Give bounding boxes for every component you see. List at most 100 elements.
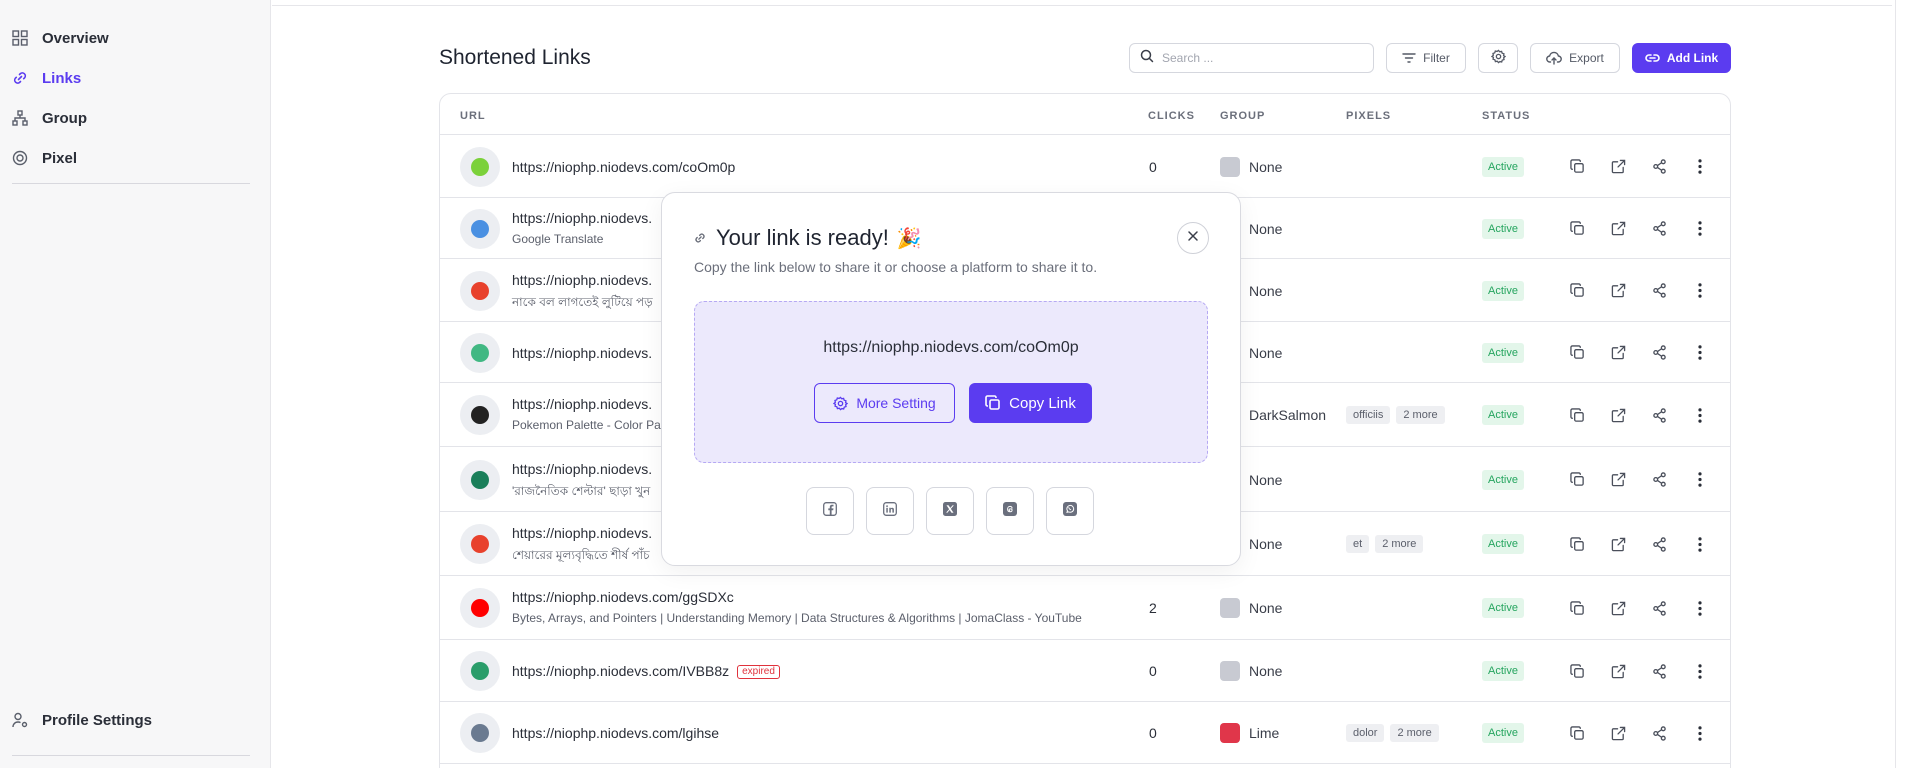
share-icon[interactable] — [1650, 724, 1668, 742]
short-url[interactable]: https://niophp.niodevs.com/IVBB8z expired — [512, 663, 780, 680]
column-header-clicks[interactable]: CLICKS — [1148, 110, 1195, 122]
share-platforms — [806, 487, 1106, 535]
group-name: None — [1249, 471, 1283, 488]
copy-icon[interactable] — [1568, 662, 1586, 680]
copy-icon[interactable] — [1568, 158, 1586, 176]
more-vertical-icon[interactable] — [1691, 724, 1709, 742]
pixel-chip: 2 more — [1390, 724, 1439, 742]
copy-icon[interactable] — [1568, 724, 1586, 742]
external-link-icon[interactable] — [1609, 406, 1627, 424]
link-title: Pokemon Palette - Color Pa — [512, 418, 661, 432]
row-actions — [1568, 406, 1709, 424]
external-link-icon[interactable] — [1609, 220, 1627, 238]
short-url[interactable]: https://niophp.niodevs. — [512, 345, 652, 361]
sidebar-item-group[interactable]: Group — [12, 98, 252, 138]
sidebar-bottom-divider — [12, 755, 250, 756]
group-name: None — [1249, 600, 1283, 616]
external-link-icon[interactable] — [1609, 662, 1627, 680]
short-url[interactable]: https://niophp.niodevs. — [512, 396, 652, 412]
external-link-icon[interactable] — [1609, 471, 1627, 489]
status-badge: Active — [1482, 534, 1524, 554]
short-url[interactable]: https://niophp.niodevs.com/coOm0p — [512, 159, 735, 175]
copy-icon[interactable] — [1568, 599, 1586, 617]
column-header-pixels[interactable]: PIXELS — [1346, 110, 1391, 122]
link-icon — [12, 70, 28, 86]
copy-icon — [985, 395, 1001, 411]
search-box[interactable] — [1129, 43, 1374, 73]
sidebar-item-links[interactable]: Links — [12, 58, 252, 98]
search-input[interactable] — [1162, 51, 1362, 65]
external-link-icon[interactable] — [1609, 724, 1627, 742]
short-url[interactable]: https://niophp.niodevs. — [512, 525, 652, 541]
share-linkedin-button[interactable] — [866, 487, 914, 535]
external-link-icon[interactable] — [1609, 158, 1627, 176]
copy-icon[interactable] — [1568, 282, 1586, 300]
share-icon[interactable] — [1650, 535, 1668, 553]
copy-icon[interactable] — [1568, 471, 1586, 489]
site-favicon — [460, 332, 500, 373]
more-setting-button[interactable]: More Setting — [814, 383, 955, 423]
sidebar-item-label: Group — [42, 109, 87, 127]
column-header-url[interactable]: URL — [460, 110, 486, 122]
share-whatsapp-button[interactable] — [1046, 487, 1094, 535]
short-url[interactable]: https://niophp.niodevs.com/lgihse — [512, 725, 719, 741]
share-x-button[interactable] — [926, 487, 974, 535]
shortened-link: https://niophp.niodevs.com/coOm0p — [823, 339, 1079, 356]
more-vertical-icon[interactable] — [1691, 471, 1709, 489]
copy-icon[interactable] — [1568, 406, 1586, 424]
share-icon[interactable] — [1650, 220, 1668, 238]
sidebar: Overview Links Group Pixel Profile Setti… — [0, 0, 271, 768]
column-header-status[interactable]: STATUS — [1482, 110, 1530, 122]
pixels-cell: officiis 2 more — [1346, 406, 1451, 424]
status-badge: Active — [1482, 598, 1524, 618]
sidebar-item-label: Overview — [42, 29, 109, 47]
more-vertical-icon[interactable] — [1691, 282, 1709, 300]
external-link-icon[interactable] — [1609, 282, 1627, 300]
filter-button[interactable]: Filter — [1386, 43, 1466, 73]
row-actions — [1568, 662, 1709, 680]
share-icon[interactable] — [1650, 406, 1668, 424]
share-icon[interactable] — [1650, 599, 1668, 617]
short-url[interactable]: https://niophp.niodevs. — [512, 272, 652, 288]
more-vertical-icon[interactable] — [1691, 344, 1709, 362]
more-vertical-icon[interactable] — [1691, 535, 1709, 553]
copy-link-button[interactable]: Copy Link — [969, 383, 1092, 423]
sidebar-nav: Overview Links Group Pixel — [12, 18, 252, 178]
share-icon[interactable] — [1650, 158, 1668, 176]
share-icon[interactable] — [1650, 662, 1668, 680]
copy-icon[interactable] — [1568, 344, 1586, 362]
sidebar-item-profile-settings[interactable]: Profile Settings — [12, 700, 152, 740]
more-vertical-icon[interactable] — [1691, 158, 1709, 176]
pixel-chip: 2 more — [1396, 406, 1445, 424]
close-button[interactable] — [1177, 222, 1209, 254]
sidebar-item-pixel[interactable]: Pixel — [12, 138, 252, 178]
share-icon[interactable] — [1650, 282, 1668, 300]
sidebar-item-overview[interactable]: Overview — [12, 18, 252, 58]
copy-icon[interactable] — [1568, 535, 1586, 553]
export-button[interactable]: Export — [1530, 43, 1620, 73]
short-url[interactable]: https://niophp.niodevs. — [512, 461, 652, 477]
sidebar-divider — [12, 183, 250, 184]
more-vertical-icon[interactable] — [1691, 220, 1709, 238]
share-icon[interactable] — [1650, 344, 1668, 362]
copy-icon[interactable] — [1568, 220, 1586, 238]
share-facebook-button[interactable] — [806, 487, 854, 535]
link-title: Google Translate — [512, 231, 604, 246]
external-link-icon[interactable] — [1609, 344, 1627, 362]
more-vertical-icon[interactable] — [1691, 406, 1709, 424]
more-vertical-icon[interactable] — [1691, 662, 1709, 680]
add-link-button[interactable]: Add Link — [1632, 43, 1731, 73]
column-header-group[interactable]: GROUP — [1220, 110, 1265, 122]
share-icon[interactable] — [1650, 471, 1668, 489]
group-name: None — [1249, 536, 1283, 552]
external-link-icon[interactable] — [1609, 599, 1627, 617]
status-badge: Active — [1482, 723, 1524, 743]
row-actions — [1568, 220, 1709, 238]
short-url[interactable]: https://niophp.niodevs. — [512, 210, 652, 226]
more-vertical-icon[interactable] — [1691, 599, 1709, 617]
short-url[interactable]: https://niophp.niodevs.com/ggSDXc — [512, 589, 734, 605]
link-title: Bytes, Arrays, and Pointers | Understand… — [512, 611, 1082, 625]
settings-button[interactable] — [1478, 43, 1518, 73]
external-link-icon[interactable] — [1609, 535, 1627, 553]
share-threads-button[interactable] — [986, 487, 1034, 535]
